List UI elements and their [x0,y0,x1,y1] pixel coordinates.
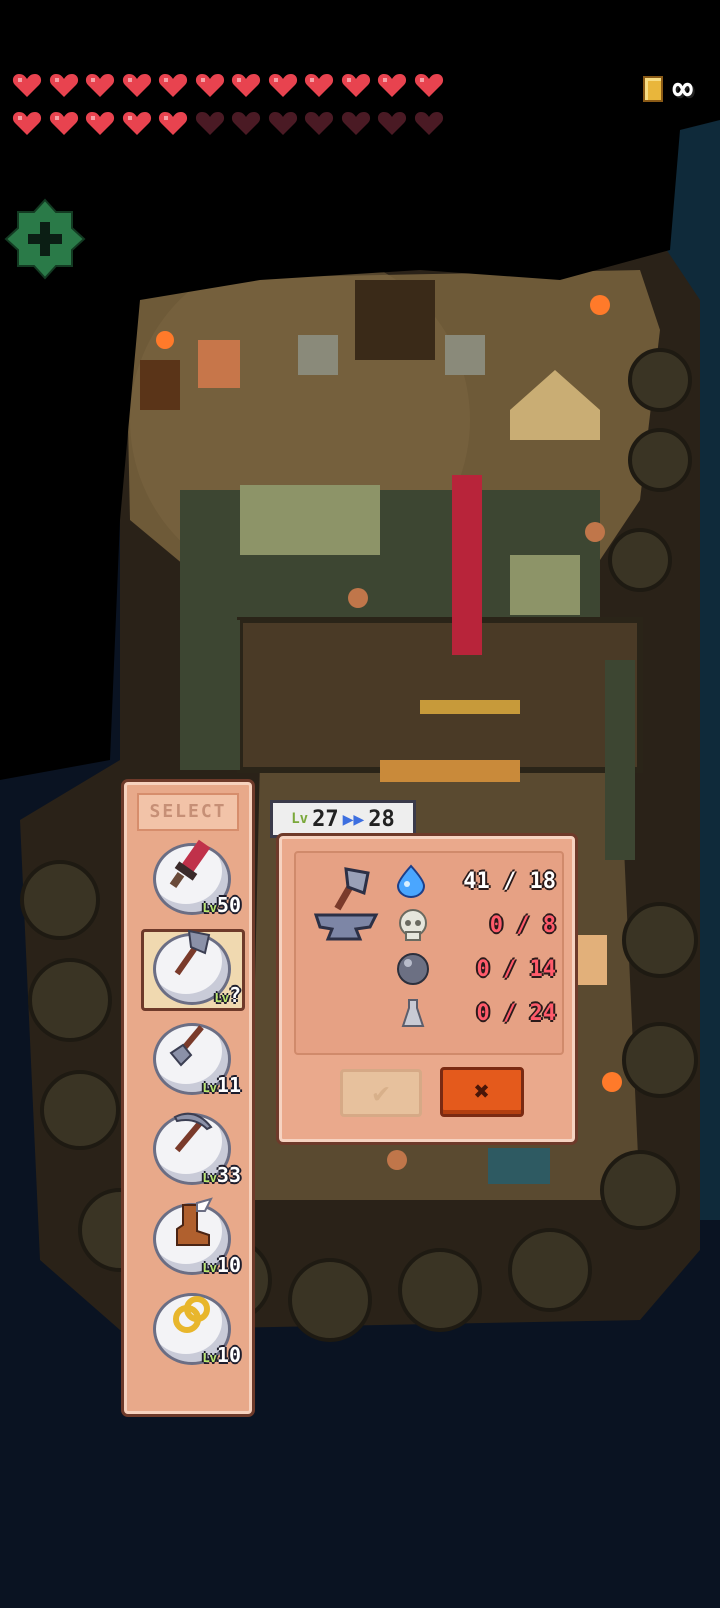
double-arrow-icon: ▶▶ [342,808,365,830]
tool-item-shovel[interactable]: Lv11 [147,1013,241,1097]
heart-full-icon [377,74,407,97]
item-level: 50 [216,893,241,917]
heart-full-icon [49,112,78,135]
requirement-quantity: 0 / 8 [489,912,556,938]
requirement-row: 0 / 24 [396,995,556,1031]
heart-full-icon [341,74,370,97]
axe-on-anvil-icon [313,867,379,941]
heart-full-icon [12,112,42,135]
requirement-quantity: 41 / 18 [463,868,556,894]
heart-full-icon [195,74,224,97]
shovel-icon [169,1025,204,1067]
health-hearts [12,72,452,136]
add-button[interactable] [4,198,86,280]
heart-empty-icon [231,112,261,135]
tool-item-pickaxe[interactable]: Lv33 [147,1103,241,1187]
select-title: SELECT [137,793,239,831]
next-level: 28 [368,806,395,832]
requirement-row: 0 / 8 [396,907,556,943]
heart-full-icon [49,74,78,97]
heart-full-icon [268,74,297,97]
gold-card-icon [642,76,663,102]
heart-empty-icon [377,112,407,135]
tool-item-sword[interactable]: Lv50 [147,833,241,917]
heart-full-icon [85,112,115,135]
item-level: 11 [216,1073,241,1097]
heart-empty-icon [195,112,224,135]
pickaxe-icon [173,1112,213,1153]
heart-empty-icon [341,112,370,135]
heart-full-icon [122,74,151,97]
tool-item-boot[interactable]: Lv10 [147,1193,241,1277]
heart-full-icon [414,74,443,97]
boot-icon [176,1197,213,1246]
upgrade-panel: 41 / 18 0 / 8 0 / 14 0 / 24 ✔ ✖ [279,836,575,1142]
level-upgrade-badge: Lv 27 ▶▶ 28 [270,800,416,838]
level-tag: Lv [291,811,309,827]
heart-full-icon [158,74,188,97]
requirement-row: 41 / 18 [396,863,556,899]
confirm-button[interactable]: ✔ [340,1069,422,1117]
heart-empty-icon [268,112,297,135]
heart-full-icon [231,74,261,97]
blue-gem-icon [396,864,426,898]
requirement-quantity: 0 / 24 [476,1000,556,1026]
iron-ball-icon [397,953,429,985]
ring-icon [173,1296,210,1333]
item-level: ? [228,983,241,1007]
heart-empty-icon [414,112,443,135]
item-level: 10 [216,1253,241,1277]
requirements-box: 41 / 18 0 / 8 0 / 14 0 / 24 [294,851,564,1055]
tool-item-ring[interactable]: Lv10 [147,1283,241,1367]
silver-ore-icon [401,999,425,1027]
currency-value: ∞ [672,69,694,109]
heart-empty-icon [304,112,334,135]
heart-full-icon [122,112,151,135]
currency-display: ∞ [642,69,694,109]
heart-full-icon [158,112,188,135]
heart-full-icon [304,74,334,97]
heart-full-icon [85,74,115,97]
axe-icon [174,929,211,976]
skull-icon [399,909,427,941]
item-level: 10 [216,1343,241,1367]
tool-select-panel: SELECT Lv50 Lv? Lv11 Lv33 Lv10 Lv10 [124,782,252,1414]
requirement-quantity: 0 / 14 [476,956,556,982]
requirement-row: 0 / 14 [396,951,556,987]
current-level: 27 [312,806,339,832]
heart-full-icon [12,74,42,97]
tool-item-axe[interactable]: Lv? [141,923,245,1011]
item-level: 33 [216,1163,241,1187]
cancel-button[interactable]: ✖ [440,1067,524,1117]
sword-icon [169,839,211,889]
